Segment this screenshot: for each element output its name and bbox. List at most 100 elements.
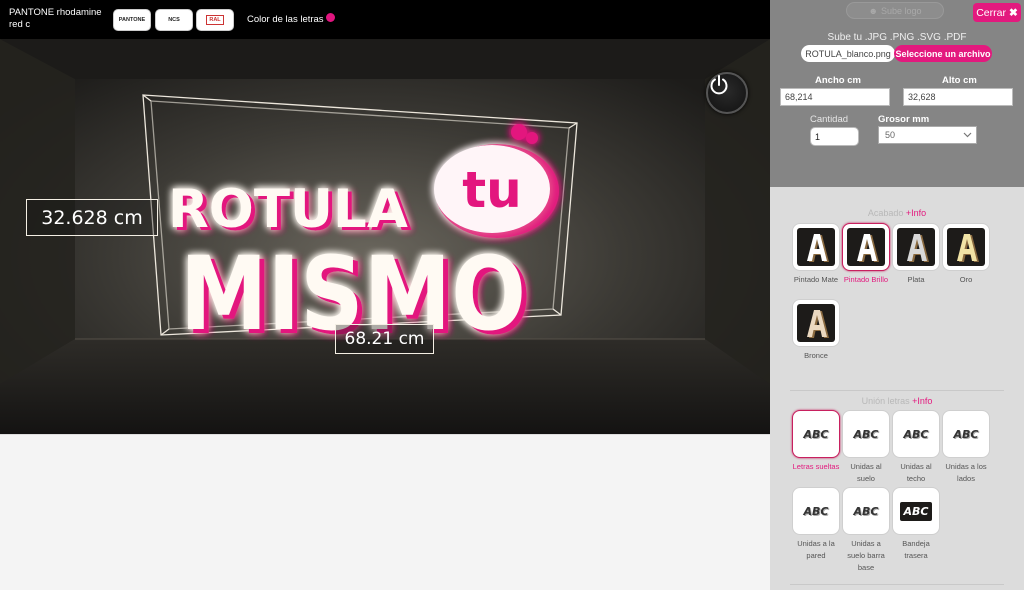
- sign-line1-text: ROTULA: [168, 179, 408, 240]
- join-option-label: Unidas al techo: [900, 462, 932, 483]
- join-option[interactable]: ABC Letras sueltas: [792, 410, 840, 473]
- config-panel-options: Acabado +Info Pintado Mate Pintado Brillo…: [770, 187, 1024, 590]
- letter-color-swatch[interactable]: [326, 13, 335, 22]
- quantity-input[interactable]: 1: [810, 127, 859, 146]
- finish-info-link[interactable]: +Info: [906, 208, 926, 218]
- room-render: tu ROTULA ROTULA MISMO MISMO: [0, 39, 770, 434]
- height-input[interactable]: 32,628: [903, 88, 1013, 106]
- letter-a-icon: [797, 304, 835, 342]
- finish-option[interactable]: Bronce: [792, 299, 840, 362]
- join-option-tile[interactable]: ABC: [842, 487, 890, 535]
- canvas-footer-area: [0, 434, 770, 590]
- finish-option-tile[interactable]: [892, 223, 940, 271]
- finish-option[interactable]: Pintado Brillo: [842, 223, 890, 286]
- join-option[interactable]: ABC Unidas al techo: [892, 410, 940, 485]
- section-divider: [790, 584, 1004, 585]
- letters-abc-icon: ABC: [899, 501, 933, 521]
- join-title-text: Unión letras: [861, 396, 910, 406]
- finish-title-text: Acabado: [867, 208, 904, 218]
- join-option-label: Bandeja trasera: [902, 539, 930, 560]
- letter-a-icon: [947, 228, 985, 266]
- power-icon: [710, 75, 728, 95]
- letter-a-icon-shape: [857, 234, 879, 262]
- join-option[interactable]: ABC Bandeja trasera: [892, 487, 940, 562]
- finish-option-tile[interactable]: [792, 223, 840, 271]
- join-option[interactable]: ABC Unidas a la pared: [792, 487, 840, 562]
- join-option[interactable]: ABC Unidas al suelo: [842, 410, 890, 485]
- finish-option-label: Plata: [907, 275, 925, 284]
- height-dimension-label: 32.628 cm: [26, 199, 158, 236]
- chevron-down-icon: [963, 132, 972, 138]
- top-bar: PANTONE rhodamine red c PANTONE NCS RAL …: [0, 0, 770, 39]
- join-info-link[interactable]: +Info: [912, 396, 932, 406]
- letter-a-icon-shape: [807, 310, 829, 338]
- thickness-select[interactable]: 50: [878, 126, 977, 144]
- join-option-label: Unidas a los lados: [945, 462, 987, 483]
- join-option-label: Unidas al suelo: [850, 462, 882, 483]
- join-option-tile[interactable]: ABC: [792, 410, 840, 458]
- finish-option-tile[interactable]: [842, 223, 890, 271]
- finish-option-label: Bronce: [804, 351, 828, 360]
- letters-abc-icon: ABC: [803, 504, 829, 518]
- choose-file-button[interactable]: Seleccione un archivo: [894, 45, 992, 62]
- finish-option-tile[interactable]: [942, 223, 990, 271]
- join-option-label: Letras sueltas: [792, 462, 840, 471]
- finish-option-tile[interactable]: [792, 299, 840, 347]
- power-button[interactable]: [706, 72, 748, 114]
- finish-section-title: Acabado +Info: [770, 208, 1024, 218]
- thickness-label: Grosor mm: [878, 114, 930, 125]
- join-option-label: Unidas a la pared: [797, 539, 835, 560]
- letters-abc-icon: ABC: [853, 504, 879, 518]
- letters-abc-icon: ABC: [853, 427, 879, 441]
- letter-a-icon: [847, 228, 885, 266]
- height-field-label: Alto cm: [942, 75, 977, 86]
- finish-option[interactable]: Pintado Mate: [792, 223, 840, 286]
- finish-option-label: Oro: [959, 275, 973, 284]
- letter-a-icon: [797, 228, 835, 266]
- pantone-color-label: PANTONE rhodamine red c: [9, 7, 102, 30]
- join-option-tile[interactable]: ABC: [942, 410, 990, 458]
- join-option-tile[interactable]: ABC: [892, 487, 940, 535]
- ncs-button[interactable]: NCS: [155, 9, 193, 31]
- width-field-label: Ancho cm: [815, 75, 861, 86]
- pantone-button[interactable]: PANTONE: [113, 9, 151, 31]
- user-icon: ☻: [868, 5, 878, 16]
- join-option-label: Unidas a suelo barra base: [847, 539, 885, 572]
- finish-option-label: Pintado Mate: [793, 275, 839, 284]
- upload-title: Sube tu .JPG .PNG .SVG .PDF: [827, 32, 967, 43]
- letter-color-label: Color de las letras: [247, 14, 324, 25]
- letter-a-icon-shape: [957, 234, 979, 262]
- ral-button[interactable]: RAL: [196, 9, 234, 31]
- section-divider: [790, 390, 1004, 391]
- letters-abc-icon: ABC: [803, 427, 829, 441]
- quantity-label: Cantidad: [810, 114, 849, 125]
- letters-abc-icon: ABC: [903, 427, 929, 441]
- width-input[interactable]: 68,214: [780, 88, 890, 106]
- finish-option[interactable]: Oro: [942, 223, 990, 286]
- finish-option[interactable]: Plata: [892, 223, 940, 286]
- thickness-value: 50: [885, 130, 896, 140]
- join-option[interactable]: ABC Unidas a los lados: [942, 410, 990, 485]
- letter-a-icon-shape: [807, 234, 829, 262]
- close-icon: ✖: [1008, 6, 1018, 19]
- join-section-title: Unión letras +Info: [770, 396, 1024, 406]
- upload-logo-label: Sube logo: [880, 5, 922, 16]
- sign-badge-text: tu: [462, 161, 522, 219]
- join-option-tile[interactable]: ABC: [892, 410, 940, 458]
- letters-abc-icon: ABC: [953, 427, 979, 441]
- app: PANTONE rhodamine red c PANTONE NCS RAL …: [0, 0, 1024, 590]
- close-label: Cerrar: [976, 6, 1006, 19]
- selected-file-name: ROTULA_blanco.png: [801, 45, 895, 62]
- letter-a-icon-shape: [907, 234, 929, 262]
- join-option-tile[interactable]: ABC: [792, 487, 840, 535]
- finish-option-label: Pintado Brillo: [843, 275, 889, 284]
- sign-3d-preview[interactable]: tu ROTULA ROTULA MISMO MISMO 32.628 cm 6…: [0, 39, 770, 434]
- config-panel-top: ☻ Sube logo Cerrar ✖ Sube tu .JPG .PNG .…: [770, 0, 1024, 187]
- join-option-tile[interactable]: ABC: [842, 410, 890, 458]
- ral-button-label: RAL: [206, 15, 224, 25]
- width-dimension-label: 68.21 cm: [335, 324, 434, 354]
- letter-a-icon: [897, 228, 935, 266]
- upload-logo-button[interactable]: ☻ Sube logo: [846, 2, 944, 19]
- close-button[interactable]: Cerrar ✖: [973, 3, 1021, 22]
- join-option[interactable]: ABC Unidas a suelo barra base: [842, 487, 890, 574]
